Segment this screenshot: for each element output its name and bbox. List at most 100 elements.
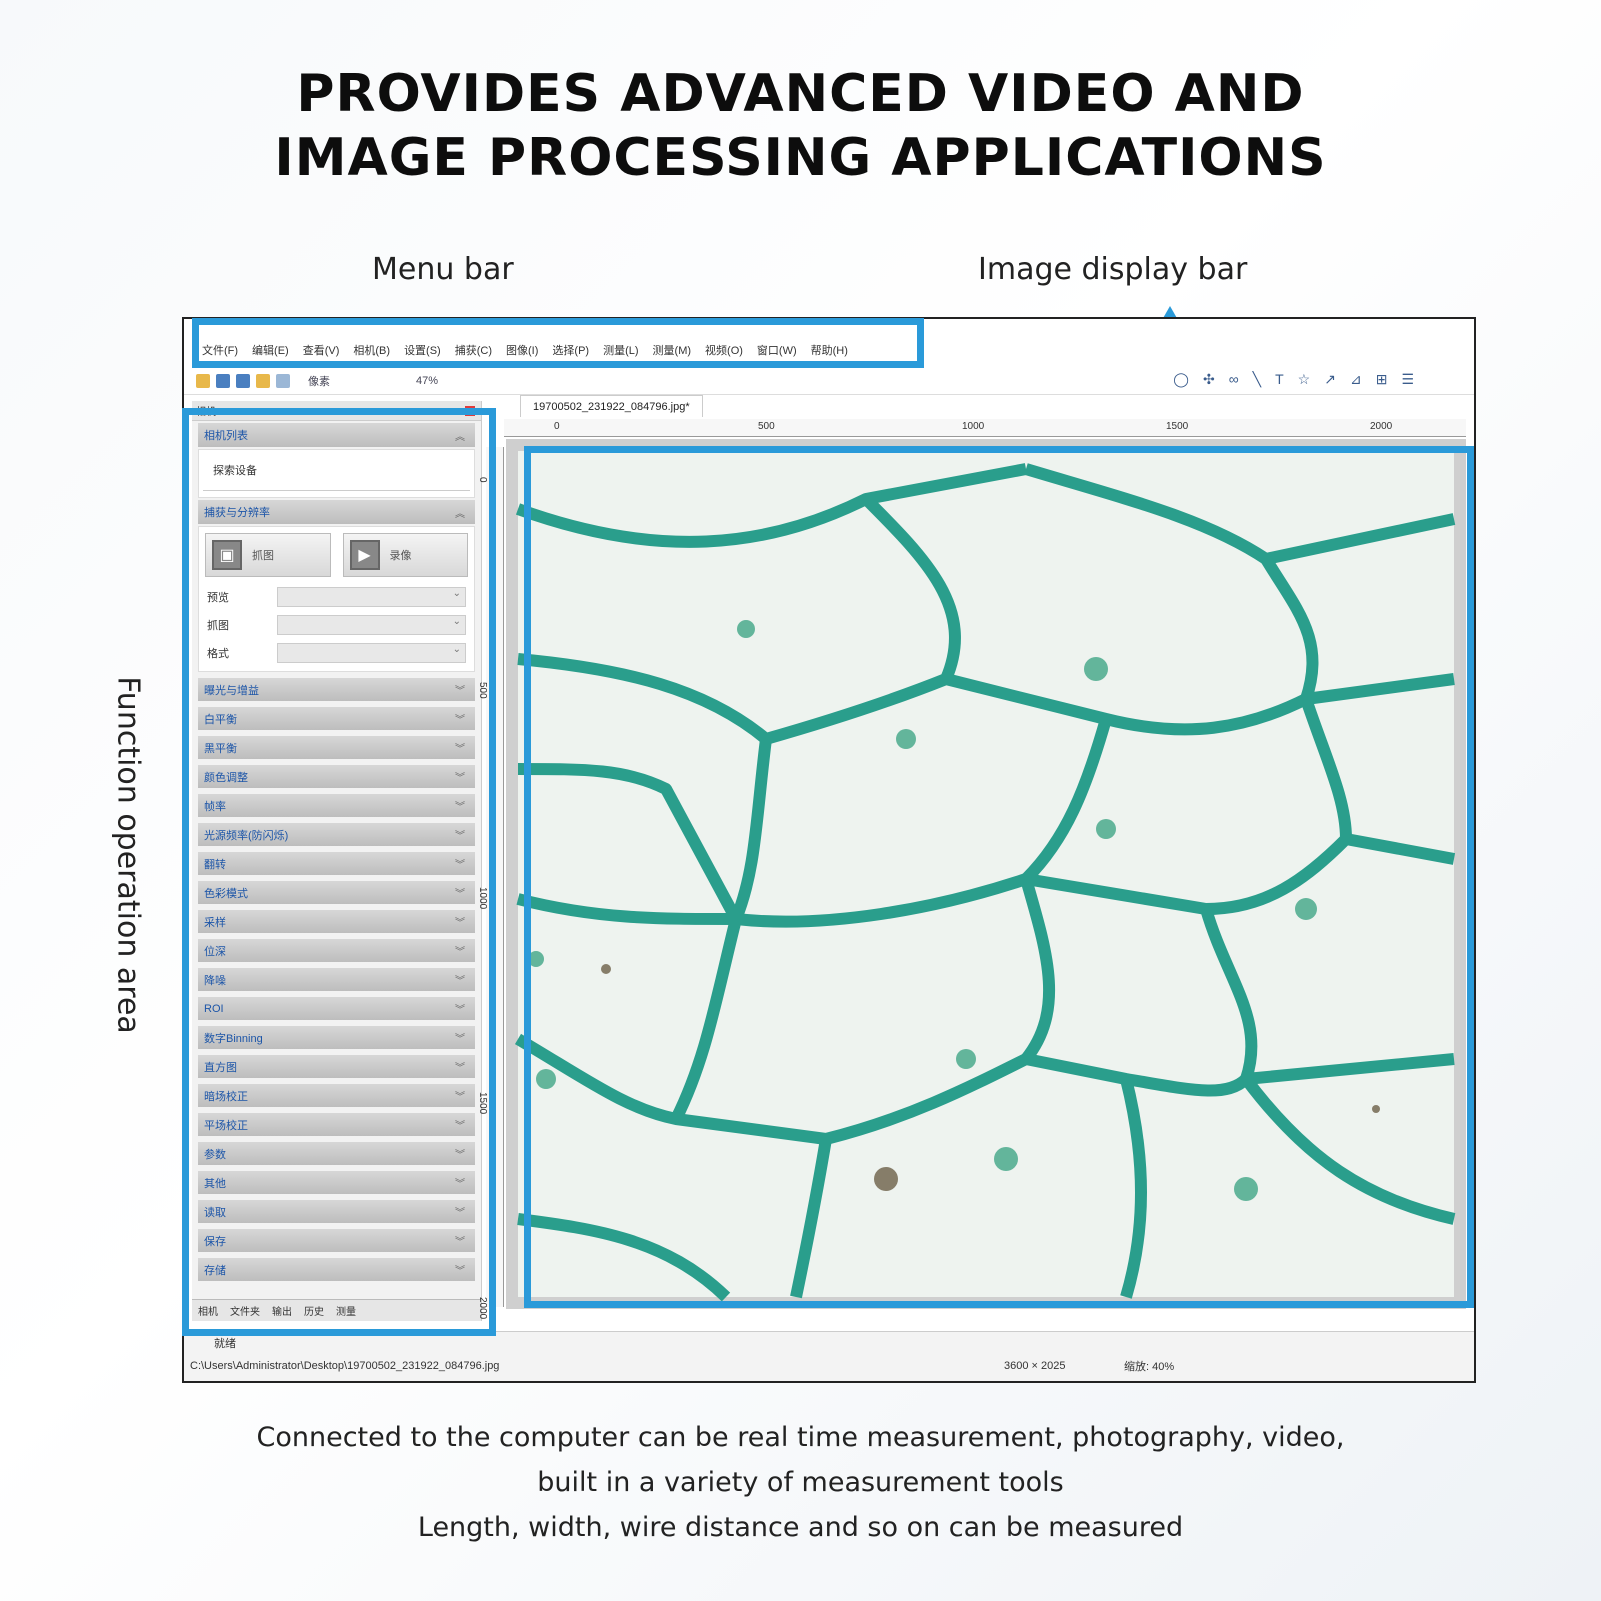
panel-tab[interactable]: 输出 xyxy=(272,1303,292,1318)
expand-icon[interactable]: ︾ xyxy=(455,1146,465,1161)
text-tool-icon[interactable]: T xyxy=(1275,371,1284,388)
format-select[interactable]: ⌄ xyxy=(277,643,466,663)
section-label: 捕获与分辨率 xyxy=(204,507,270,519)
export-icon[interactable]: ⊞ xyxy=(1376,371,1388,388)
collapsed-section[interactable]: 保存 ︾ xyxy=(198,1229,475,1252)
device-item[interactable]: 探索设备 xyxy=(203,450,470,491)
expand-icon[interactable]: ︾ xyxy=(455,1262,465,1277)
link-tool-icon[interactable]: ∞ xyxy=(1229,371,1239,388)
expand-icon[interactable]: ︾ xyxy=(455,711,465,726)
expand-icon[interactable]: ︾ xyxy=(455,1030,465,1045)
open-icon[interactable] xyxy=(196,373,210,388)
collapsed-section[interactable]: 翻转 ︾ xyxy=(198,852,475,875)
expand-icon[interactable]: ︾ xyxy=(455,1001,465,1016)
collapsed-section[interactable]: 暗场校正 ︾ xyxy=(198,1084,475,1107)
star-tool-icon[interactable]: ☆ xyxy=(1298,371,1311,388)
panel-tab[interactable]: 历史 xyxy=(304,1303,324,1318)
collapsed-section[interactable]: 色彩模式 ︾ xyxy=(198,881,475,904)
expand-icon[interactable]: ︾ xyxy=(455,856,465,871)
menu-item[interactable]: 图像(I) xyxy=(506,342,538,358)
headline-line1: PROVIDES ADVANCED VIDEO AND xyxy=(296,64,1305,124)
collapsed-section[interactable]: 读取 ︾ xyxy=(198,1200,475,1223)
document-tab[interactable]: 19700502_231922_084796.jpg* xyxy=(520,395,703,417)
expand-icon[interactable]: ︾ xyxy=(455,1204,465,1219)
zoom-select[interactable]: 47% xyxy=(416,375,438,387)
section-camera-list[interactable]: 相机列表 ︽ xyxy=(198,423,475,447)
image-canvas[interactable] xyxy=(506,439,1466,1309)
expand-icon[interactable]: ︾ xyxy=(455,1117,465,1132)
collapsed-section[interactable]: 降噪 ︾ xyxy=(198,968,475,991)
collapsed-section[interactable]: 光源频率(防闪烁) ︾ xyxy=(198,823,475,846)
grid-icon[interactable] xyxy=(276,373,290,388)
panel-tab[interactable]: 测量 xyxy=(336,1303,356,1318)
collapsed-section[interactable]: 白平衡 ︾ xyxy=(198,707,475,730)
camera-list-body: 探索设备 xyxy=(198,449,475,498)
expand-icon[interactable]: ︾ xyxy=(455,1088,465,1103)
folder-icon[interactable] xyxy=(256,373,270,388)
expand-icon[interactable]: ︾ xyxy=(455,1059,465,1074)
menu-item[interactable]: 相机(B) xyxy=(353,342,390,358)
unit-select[interactable]: 像素 xyxy=(308,373,330,389)
expand-icon[interactable]: ︾ xyxy=(455,885,465,900)
collapse-icon[interactable]: ︽ xyxy=(455,428,465,443)
calibrate-icon[interactable]: ⊿ xyxy=(1350,371,1362,388)
collapsed-section[interactable]: 存储 ︾ xyxy=(198,1258,475,1281)
collapsed-section[interactable]: 其他 ︾ xyxy=(198,1171,475,1194)
panel-close-icon[interactable] xyxy=(465,405,475,416)
menu-item[interactable]: 测量(M) xyxy=(653,342,692,358)
section-capture-resolution[interactable]: 捕获与分辨率 ︽ xyxy=(198,500,475,524)
collapsed-section[interactable]: 颜色调整 ︾ xyxy=(198,765,475,788)
menu-item[interactable]: 测量(L) xyxy=(603,342,638,358)
menu-item[interactable]: 编辑(E) xyxy=(252,342,289,358)
list-icon[interactable]: ☰ xyxy=(1401,371,1414,388)
collapsed-section[interactable]: 曝光与增益 ︾ xyxy=(198,678,475,701)
menu-item[interactable]: 文件(F) xyxy=(202,342,238,358)
status-zoom: 缩放: 40% xyxy=(1124,1361,1175,1373)
expand-icon[interactable]: ︾ xyxy=(455,769,465,784)
expand-icon[interactable]: ︾ xyxy=(455,972,465,987)
menu-item[interactable]: 选择(P) xyxy=(552,342,589,358)
menu-item[interactable]: 查看(V) xyxy=(303,342,340,358)
expand-icon[interactable]: ︾ xyxy=(455,740,465,755)
expand-icon[interactable]: ︾ xyxy=(455,943,465,958)
expand-icon[interactable]: ︾ xyxy=(455,914,465,929)
menu-item[interactable]: 窗口(W) xyxy=(757,342,797,358)
collapsed-section[interactable]: 帧率 ︾ xyxy=(198,794,475,817)
line-tool-icon[interactable]: ╲ xyxy=(1253,371,1261,388)
collapsed-section[interactable]: 平场校正 ︾ xyxy=(198,1113,475,1136)
menu-item[interactable]: 视频(O) xyxy=(705,342,743,358)
angle-tool-icon[interactable]: ✣ xyxy=(1203,371,1215,388)
preview-select[interactable]: ⌄ xyxy=(277,587,466,607)
ruler-top: 0 500 1000 1500 2000 xyxy=(504,419,1466,437)
expand-icon[interactable]: ︾ xyxy=(455,798,465,813)
headline-line2: IMAGE PROCESSING APPLICATIONS xyxy=(274,128,1327,188)
menu-item[interactable]: 捕获(C) xyxy=(455,342,492,358)
panel-tab[interactable]: 相机 xyxy=(198,1303,218,1318)
save-icon[interactable] xyxy=(216,373,230,388)
collapsed-section[interactable]: 参数 ︾ xyxy=(198,1142,475,1165)
expand-icon[interactable]: ︾ xyxy=(455,827,465,842)
snap-button[interactable]: ▣ 抓图 xyxy=(205,533,331,577)
snap-res-select[interactable]: ⌄ xyxy=(277,615,466,635)
menu-item[interactable]: 帮助(H) xyxy=(811,342,848,358)
circle-tool-icon[interactable]: ◯ xyxy=(1173,371,1189,388)
collapsed-section[interactable]: ROI ︾ xyxy=(198,997,475,1020)
arrow-tool-icon[interactable]: ↗ xyxy=(1324,371,1336,388)
collapsed-section[interactable]: 位深 ︾ xyxy=(198,939,475,962)
panel-tab[interactable]: 文件夹 xyxy=(230,1303,260,1318)
micrograph-image xyxy=(514,451,1456,1302)
expand-icon[interactable]: ︾ xyxy=(455,1233,465,1248)
collapsed-section[interactable]: 数字Binning ︾ xyxy=(198,1026,475,1049)
collapsed-section[interactable]: 黑平衡 ︾ xyxy=(198,736,475,759)
expand-icon[interactable]: ︾ xyxy=(455,682,465,697)
section-label: 位深 xyxy=(204,945,226,958)
function-area-callout: Function operation area xyxy=(110,676,146,1034)
collapse-icon[interactable]: ︽ xyxy=(455,505,465,520)
expand-icon[interactable]: ︾ xyxy=(455,1175,465,1190)
section-label: 采样 xyxy=(204,916,226,929)
collapsed-section[interactable]: 直方图 ︾ xyxy=(198,1055,475,1078)
collapsed-section[interactable]: 采样 ︾ xyxy=(198,910,475,933)
record-button[interactable]: ▶ 录像 xyxy=(342,533,468,577)
save-all-icon[interactable] xyxy=(236,373,250,388)
menu-item[interactable]: 设置(S) xyxy=(404,342,441,358)
